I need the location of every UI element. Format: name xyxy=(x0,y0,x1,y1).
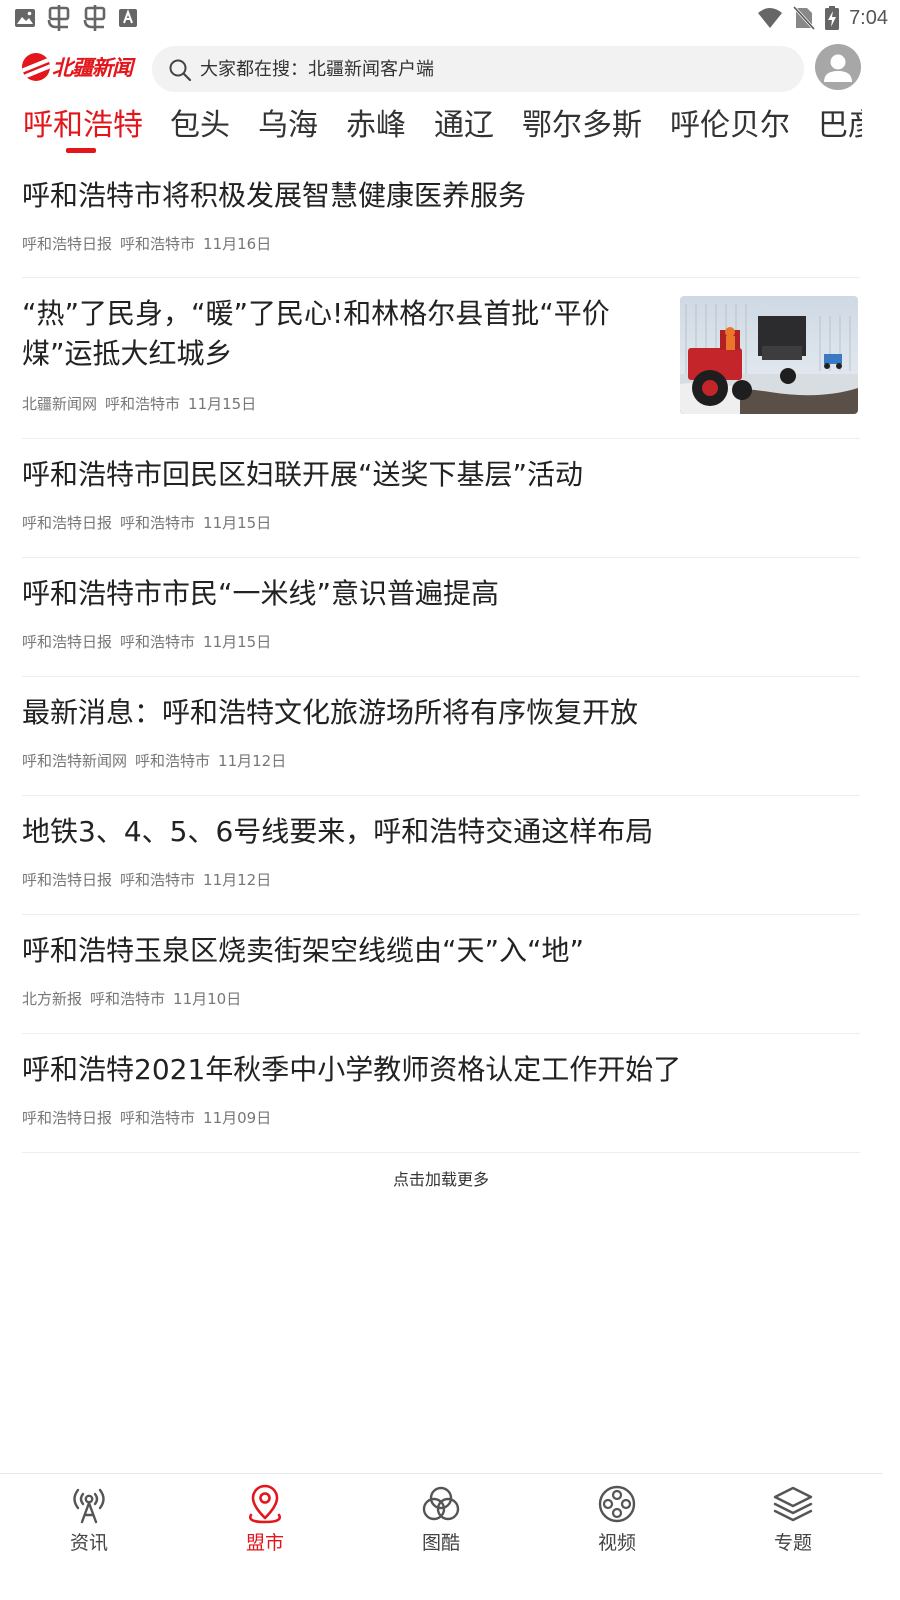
broadcast-icon xyxy=(29,1484,149,1524)
news-meta: 北疆新闻网 呼和浩特市 11月15日 xyxy=(22,394,264,414)
news-date: 11月15日 xyxy=(188,395,257,413)
news-source: 呼和浩特日报 xyxy=(22,235,113,253)
news-date: 11月15日 xyxy=(203,514,272,532)
news-date: 11月09日 xyxy=(203,1109,272,1127)
news-source: 北疆新闻网 xyxy=(22,395,98,413)
news-item[interactable]: 呼和浩特市回民区妇联开展“送奖下基层”活动 呼和浩特日报 呼和浩特市 11月15日 xyxy=(22,439,860,558)
news-source: 呼和浩特日报 xyxy=(22,514,113,532)
news-date: 11月12日 xyxy=(218,752,287,770)
news-date: 11月15日 xyxy=(203,633,272,651)
status-time: 7:04 xyxy=(849,6,888,29)
news-region: 呼和浩特市 xyxy=(120,514,196,532)
status-right-icons: 7:04 xyxy=(757,6,888,30)
news-item[interactable]: 呼和浩特玉泉区烧卖街架空线缆由“天”入“地” 北方新报 呼和浩特市 11月10日 xyxy=(22,915,860,1034)
search-input[interactable] xyxy=(200,58,760,80)
news-title: “热”了民身，“暖”了民心!和林格尔县首批“平价煤”运抵大红城乡 xyxy=(22,297,610,370)
nav-label-video: 视频 xyxy=(597,1532,636,1554)
nav-item-video[interactable]: 视频 xyxy=(557,1484,677,1555)
load-more-button[interactable]: 点击加载更多 xyxy=(0,1166,882,1190)
news-meta: 呼和浩特日报 呼和浩特市 11月12日 xyxy=(22,870,279,890)
active-tab-indicator xyxy=(66,148,96,153)
status-bar: 7:04 xyxy=(0,0,900,36)
battery-charging-icon xyxy=(825,6,840,30)
tab-wuhai[interactable]: 乌海 xyxy=(258,106,318,146)
news-title: 呼和浩特市回民区妇联开展“送奖下基层”活动 xyxy=(22,458,584,491)
film-reel-icon xyxy=(557,1484,677,1524)
news-meta: 呼和浩特日报 呼和浩特市 11月09日 xyxy=(22,1108,279,1128)
nav-label-news: 资讯 xyxy=(69,1532,108,1554)
news-date: 11月10日 xyxy=(173,990,242,1008)
tab-bayan[interactable]: 巴彦 xyxy=(818,106,862,146)
a-badge-icon xyxy=(118,8,138,28)
wifi-icon xyxy=(757,7,783,29)
news-region: 呼和浩特市 xyxy=(90,990,166,1008)
app-logo: 北疆新闻 xyxy=(22,52,133,82)
news-region: 呼和浩特市 xyxy=(120,871,196,889)
news-thumbnail[interactable] xyxy=(680,296,858,414)
news-region: 呼和浩特市 xyxy=(135,752,211,770)
logo-mark-icon xyxy=(22,53,50,81)
city-tabs: 呼和浩特 包头 乌海 赤峰 通辽 鄂尔多斯 呼伦贝尔 巴彦 xyxy=(0,100,862,158)
nav-item-cities[interactable]: 盟市 xyxy=(205,1484,325,1555)
news-meta: 呼和浩特日报 呼和浩特市 11月16日 xyxy=(22,234,279,254)
nav-label-cities: 盟市 xyxy=(245,1532,284,1554)
news-title: 呼和浩特玉泉区烧卖街架空线缆由“天”入“地” xyxy=(22,934,585,967)
nav-label-topics: 专题 xyxy=(773,1532,812,1554)
news-meta: 呼和浩特新闻网 呼和浩特市 11月12日 xyxy=(22,751,294,771)
news-title: 呼和浩特市将积极发展智慧健康医养服务 xyxy=(22,179,527,212)
news-source: 呼和浩特新闻网 xyxy=(22,752,128,770)
news-meta: 呼和浩特日报 呼和浩特市 11月15日 xyxy=(22,513,279,533)
news-item[interactable]: 呼和浩特市将积极发展智慧健康医养服务 呼和浩特日报 呼和浩特市 11月16日 xyxy=(22,160,860,278)
tab-hohhot[interactable]: 呼和浩特 xyxy=(23,106,143,146)
news-region: 呼和浩特市 xyxy=(105,395,181,413)
news-source: 呼和浩特日报 xyxy=(22,633,113,651)
user-avatar-icon[interactable] xyxy=(815,44,861,90)
news-item[interactable]: 最新消息：呼和浩特文化旅游场所将有序恢复开放 呼和浩特新闻网 呼和浩特市 11月12… xyxy=(22,677,860,796)
news-title: 呼和浩特市市民“一米线”意识普遍提高 xyxy=(22,577,500,610)
news-item[interactable]: 呼和浩特市市民“一米线”意识普遍提高 呼和浩特日报 呼和浩特市 11月15日 xyxy=(22,558,860,677)
image-icon xyxy=(14,7,36,29)
news-meta: 呼和浩特日报 呼和浩特市 11月15日 xyxy=(22,632,279,652)
news-item[interactable]: 呼和浩特2021年秋季中小学教师资格认定工作开始了 呼和浩特日报 呼和浩特市 11月… xyxy=(22,1034,860,1153)
news-date: 11月16日 xyxy=(203,235,272,253)
news-meta: 北方新报 呼和浩特市 11月10日 xyxy=(22,989,249,1009)
no-sim-icon xyxy=(793,6,816,30)
layers-icon xyxy=(733,1484,853,1524)
overlapping-circles-icon xyxy=(381,1484,501,1524)
bug-icon xyxy=(46,5,72,31)
bug-icon xyxy=(82,5,108,31)
tab-chifeng[interactable]: 赤峰 xyxy=(346,106,406,146)
bottom-nav: 资讯 盟市 图酷 视频 专题 xyxy=(0,1473,882,1563)
logo-text: 北疆新闻 xyxy=(52,55,133,80)
news-title: 最新消息：呼和浩特文化旅游场所将有序恢复开放 xyxy=(22,696,639,729)
news-date: 11月12日 xyxy=(203,871,272,889)
news-item[interactable]: 地铁3、4、5、6号线要来，呼和浩特交通这样布局 呼和浩特日报 呼和浩特市 11月1… xyxy=(22,796,860,915)
news-source: 呼和浩特日报 xyxy=(22,871,113,889)
tab-tongliao[interactable]: 通辽 xyxy=(434,106,494,146)
news-source: 北方新报 xyxy=(22,990,83,1008)
search-icon xyxy=(168,52,192,86)
news-region: 呼和浩特市 xyxy=(120,633,196,651)
status-left-icons xyxy=(14,5,138,31)
search-bar[interactable] xyxy=(152,46,804,92)
news-item[interactable]: “热”了民身，“暖”了民心!和林格尔县首批“平价煤”运抵大红城乡 北疆新闻网 呼和… xyxy=(22,278,860,439)
tab-baotou[interactable]: 包头 xyxy=(170,106,230,146)
news-title: 呼和浩特2021年秋季中小学教师资格认定工作开始了 xyxy=(22,1053,682,1086)
news-region: 呼和浩特市 xyxy=(120,235,196,253)
tab-hulunbuir[interactable]: 呼伦贝尔 xyxy=(670,106,790,146)
nav-item-news[interactable]: 资讯 xyxy=(29,1484,149,1555)
news-title: 地铁3、4、5、6号线要来，呼和浩特交通这样布局 xyxy=(22,815,654,848)
nav-item-topics[interactable]: 专题 xyxy=(733,1484,853,1555)
news-source: 呼和浩特日报 xyxy=(22,1109,113,1127)
nav-label-gallery: 图酷 xyxy=(421,1532,460,1554)
app-header: 北疆新闻 xyxy=(0,42,900,94)
location-pin-icon xyxy=(205,1484,325,1524)
news-region: 呼和浩特市 xyxy=(120,1109,196,1127)
tab-ordos[interactable]: 鄂尔多斯 xyxy=(522,106,642,146)
nav-item-gallery[interactable]: 图酷 xyxy=(381,1484,501,1555)
